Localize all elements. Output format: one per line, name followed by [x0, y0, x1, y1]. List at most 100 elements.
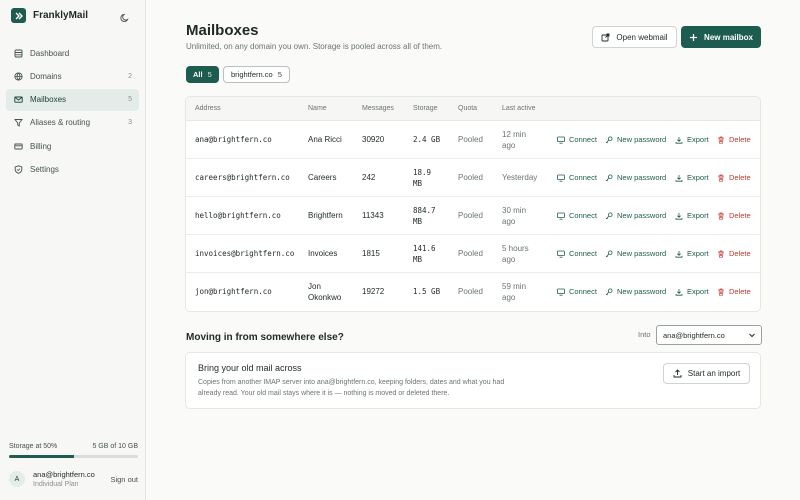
connect-button[interactable]: Connect [557, 135, 597, 144]
start-import-button[interactable]: Start an import [663, 363, 750, 384]
delete-button[interactable]: Delete [717, 287, 751, 296]
avatar[interactable]: A [9, 471, 25, 487]
open-webmail-label: Open webmail [616, 32, 668, 42]
export-button[interactable]: Export [675, 249, 709, 258]
download-icon [675, 136, 683, 144]
delete-button[interactable]: Delete [717, 249, 751, 258]
export-button[interactable]: Export [675, 135, 709, 144]
cell-last-active: 30 min ago [502, 206, 527, 226]
mail-icon [13, 95, 23, 105]
cell-last-active: 5 hours ago [502, 244, 529, 264]
cell-messages: 1815 [362, 249, 380, 258]
import-card: Bring your old mail across Copies from a… [185, 352, 761, 409]
new-password-label: New password [617, 211, 667, 220]
sidebar-item-mailboxes[interactable]: Mailboxes 5 [6, 88, 139, 111]
connect-button[interactable]: Connect [557, 249, 597, 258]
delete-button[interactable]: Delete [717, 173, 751, 182]
theme-toggle-moon-icon[interactable] [118, 11, 132, 25]
monitor-icon [557, 212, 565, 220]
sidebar-item-domains[interactable]: Domains 2 [6, 65, 139, 87]
sidebar-nav: Dashboard Domains 2 Mailboxes 5 Aliases … [6, 42, 139, 182]
delete-label: Delete [729, 211, 751, 220]
sidebar-item-billing[interactable]: Billing [6, 135, 139, 157]
app-name: FranklyMail [33, 10, 89, 21]
page-subtitle: Unlimited, on any domain you own. Storag… [186, 42, 443, 51]
storage-bar-fill [9, 455, 74, 458]
table-header: Address Name Messages Storage Quota Last… [186, 97, 760, 121]
cell-messages: 242 [362, 173, 376, 182]
sidebar-item-dashboard[interactable]: Dashboard [6, 42, 139, 64]
into-mailbox-select[interactable]: ana@brightfern.co [656, 325, 762, 345]
cell-name: Ana Ricci [308, 135, 342, 144]
sidebar-item-settings[interactable]: Settings [6, 158, 139, 180]
user-email: ana@brightfern.co [33, 470, 95, 479]
chevron-down-icon [748, 331, 756, 341]
table-row: jon@brightfern.co Jon Okonkwo 19272 1.5 GB P… [186, 273, 760, 311]
cell-address: ana@brightfern.co [195, 135, 272, 144]
connect-label: Connect [569, 287, 597, 296]
sidebar-item-label: Billing [30, 141, 52, 151]
download-icon [675, 212, 683, 220]
mailboxes-table: Address Name Messages Storage Quota Last… [185, 96, 761, 312]
cell-address: hello@brightfern.co [195, 211, 281, 220]
cell-name: Brightfern [308, 211, 343, 220]
sidebar-item-label: Aliases & routing [30, 118, 91, 128]
export-button[interactable]: Export [675, 173, 709, 182]
sidebar-item-label: Settings [30, 164, 59, 174]
filter-chip-count: 5 [207, 70, 212, 79]
column-header-quota: Quota [458, 105, 478, 112]
new-password-button[interactable]: New password [605, 135, 666, 144]
trash-icon [717, 174, 725, 182]
cell-address: careers@brightfern.co [195, 173, 290, 182]
start-import-label: Start an import [687, 369, 741, 378]
into-label: Into [638, 330, 651, 339]
connect-button[interactable]: Connect [557, 211, 597, 220]
connect-label: Connect [569, 211, 597, 220]
cell-storage: 18.9 MB [413, 168, 432, 188]
card-icon [13, 141, 23, 151]
import-card-title: Bring your old mail across [198, 363, 302, 373]
export-label: Export [687, 135, 709, 144]
import-card-description: Copies from another IMAP server into ana… [198, 379, 505, 397]
new-password-button[interactable]: New password [605, 211, 666, 220]
sidebar-item-label: Dashboard [30, 48, 70, 58]
brand[interactable]: FranklyMail [11, 8, 88, 23]
sign-out-button[interactable]: Sign out [110, 475, 138, 484]
filter-chip-brightfern[interactable]: brightfern.co 5 [223, 66, 290, 83]
shield-icon [13, 164, 23, 174]
new-mailbox-button[interactable]: New mailbox [681, 26, 761, 48]
cell-messages: 30920 [362, 135, 385, 144]
new-password-button[interactable]: New password [605, 249, 666, 258]
storage-label: Storage at 50% [9, 443, 58, 450]
trash-icon [717, 288, 725, 296]
table-row: careers@brightfern.co Careers 242 18.9 MB Po… [186, 159, 760, 197]
table-body: ana@brightfern.co Ana Ricci 30920 2.4 GB Poo… [186, 121, 760, 311]
open-webmail-button[interactable]: Open webmail [592, 26, 677, 48]
connect-button[interactable]: Connect [557, 173, 597, 182]
sidebar-item-label: Domains [30, 71, 62, 81]
trash-icon [717, 250, 725, 258]
connect-label: Connect [569, 173, 597, 182]
export-button[interactable]: Export [675, 287, 709, 296]
monitor-icon [557, 136, 565, 144]
new-password-button[interactable]: New password [605, 287, 666, 296]
delete-button[interactable]: Delete [717, 211, 751, 220]
cell-quota: Pooled [458, 135, 483, 144]
delete-button[interactable]: Delete [717, 135, 751, 144]
new-password-button[interactable]: New password [605, 173, 666, 182]
storage-bar [9, 455, 138, 458]
export-label: Export [687, 173, 709, 182]
sidebar-item-aliases-routing[interactable]: Aliases & routing 3 [6, 112, 139, 134]
export-button[interactable]: Export [675, 211, 709, 220]
cell-last-active: 12 min ago [502, 130, 527, 150]
dashboard-icon [13, 48, 23, 58]
cell-messages: 11343 [362, 211, 384, 220]
filter-chip-all[interactable]: All 5 [186, 66, 219, 83]
user-plan: Individual Plan [33, 481, 79, 488]
cell-name: Invoices [308, 249, 338, 258]
key-icon [605, 212, 613, 220]
storage-meter: Storage at 50% 5 GB of 10 GB [9, 443, 138, 458]
filter-chip-label: All [193, 70, 203, 79]
connect-button[interactable]: Connect [557, 287, 597, 296]
connect-label: Connect [569, 249, 597, 258]
